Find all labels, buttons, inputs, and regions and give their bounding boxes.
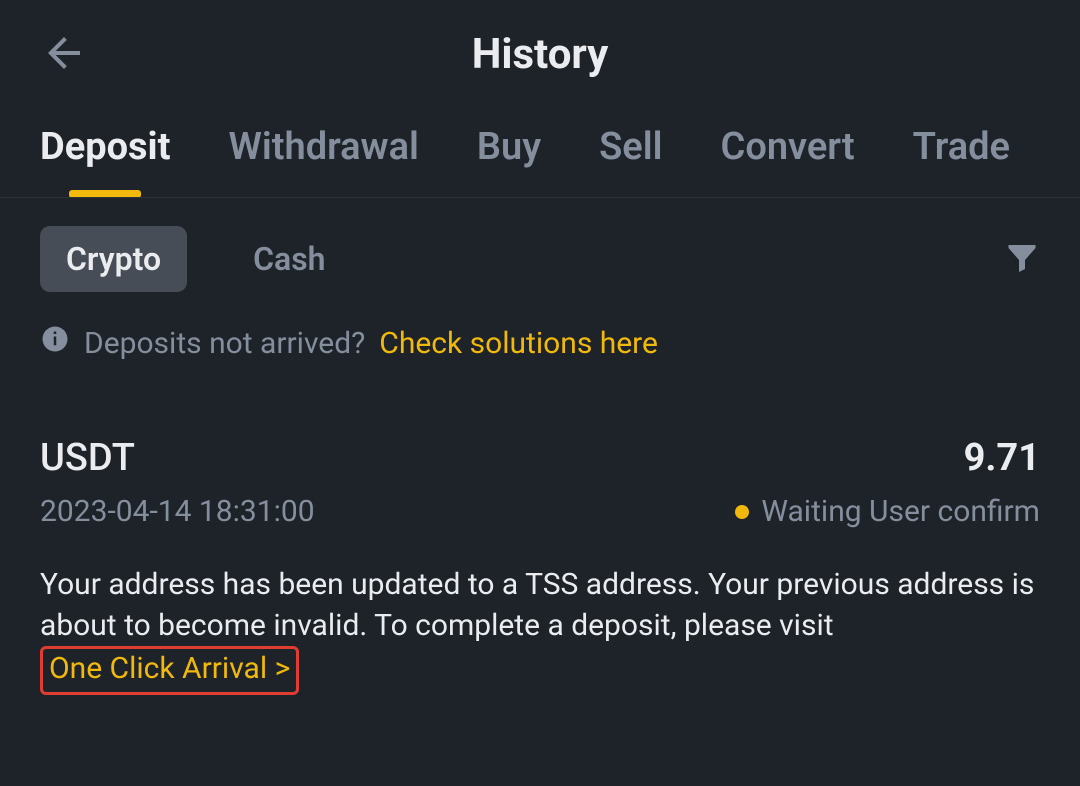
transaction-datetime: 2023-04-14 18:31:00: [40, 494, 315, 529]
tab-deposit[interactable]: Deposit: [40, 103, 170, 197]
tab-convert[interactable]: Convert: [720, 103, 854, 197]
page-title: History: [40, 30, 1040, 79]
transaction-item[interactable]: USDT 9.71 2023-04-14 18:31:00 Waiting Us…: [0, 362, 1080, 529]
transaction-status-text: Waiting User confirm: [761, 494, 1040, 529]
tab-sell[interactable]: Sell: [599, 103, 662, 197]
transaction-message-text: Your address has been updated to a TSS a…: [40, 567, 1034, 643]
transaction-message: Your address has been updated to a TSS a…: [0, 529, 1080, 695]
transaction-amount: 9.71: [964, 436, 1040, 480]
transaction-status: Waiting User confirm: [735, 494, 1040, 529]
back-button[interactable]: [40, 29, 88, 81]
tab-withdrawal[interactable]: Withdrawal: [228, 103, 418, 197]
subtabs-row: Crypto Cash: [0, 198, 1080, 292]
status-dot-icon: [735, 505, 749, 519]
filter-icon: [1004, 260, 1040, 279]
transaction-asset: USDT: [40, 436, 135, 480]
subtab-crypto[interactable]: Crypto: [40, 226, 187, 292]
tab-trade[interactable]: Trade: [913, 103, 1010, 197]
notice-banner: Deposits not arrived? Check solutions he…: [0, 292, 1080, 362]
filter-button[interactable]: [1004, 239, 1040, 279]
tab-buy[interactable]: Buy: [477, 103, 541, 197]
info-icon: [40, 324, 70, 362]
one-click-arrival-link[interactable]: One Click Arrival >: [40, 646, 299, 695]
arrow-left-icon: [40, 29, 88, 81]
subtab-cash[interactable]: Cash: [227, 226, 351, 292]
notice-text: Deposits not arrived?: [84, 326, 365, 361]
primary-tabs: Deposit Withdrawal Buy Sell Convert Trad…: [0, 103, 1080, 198]
notice-link[interactable]: Check solutions here: [379, 326, 658, 361]
